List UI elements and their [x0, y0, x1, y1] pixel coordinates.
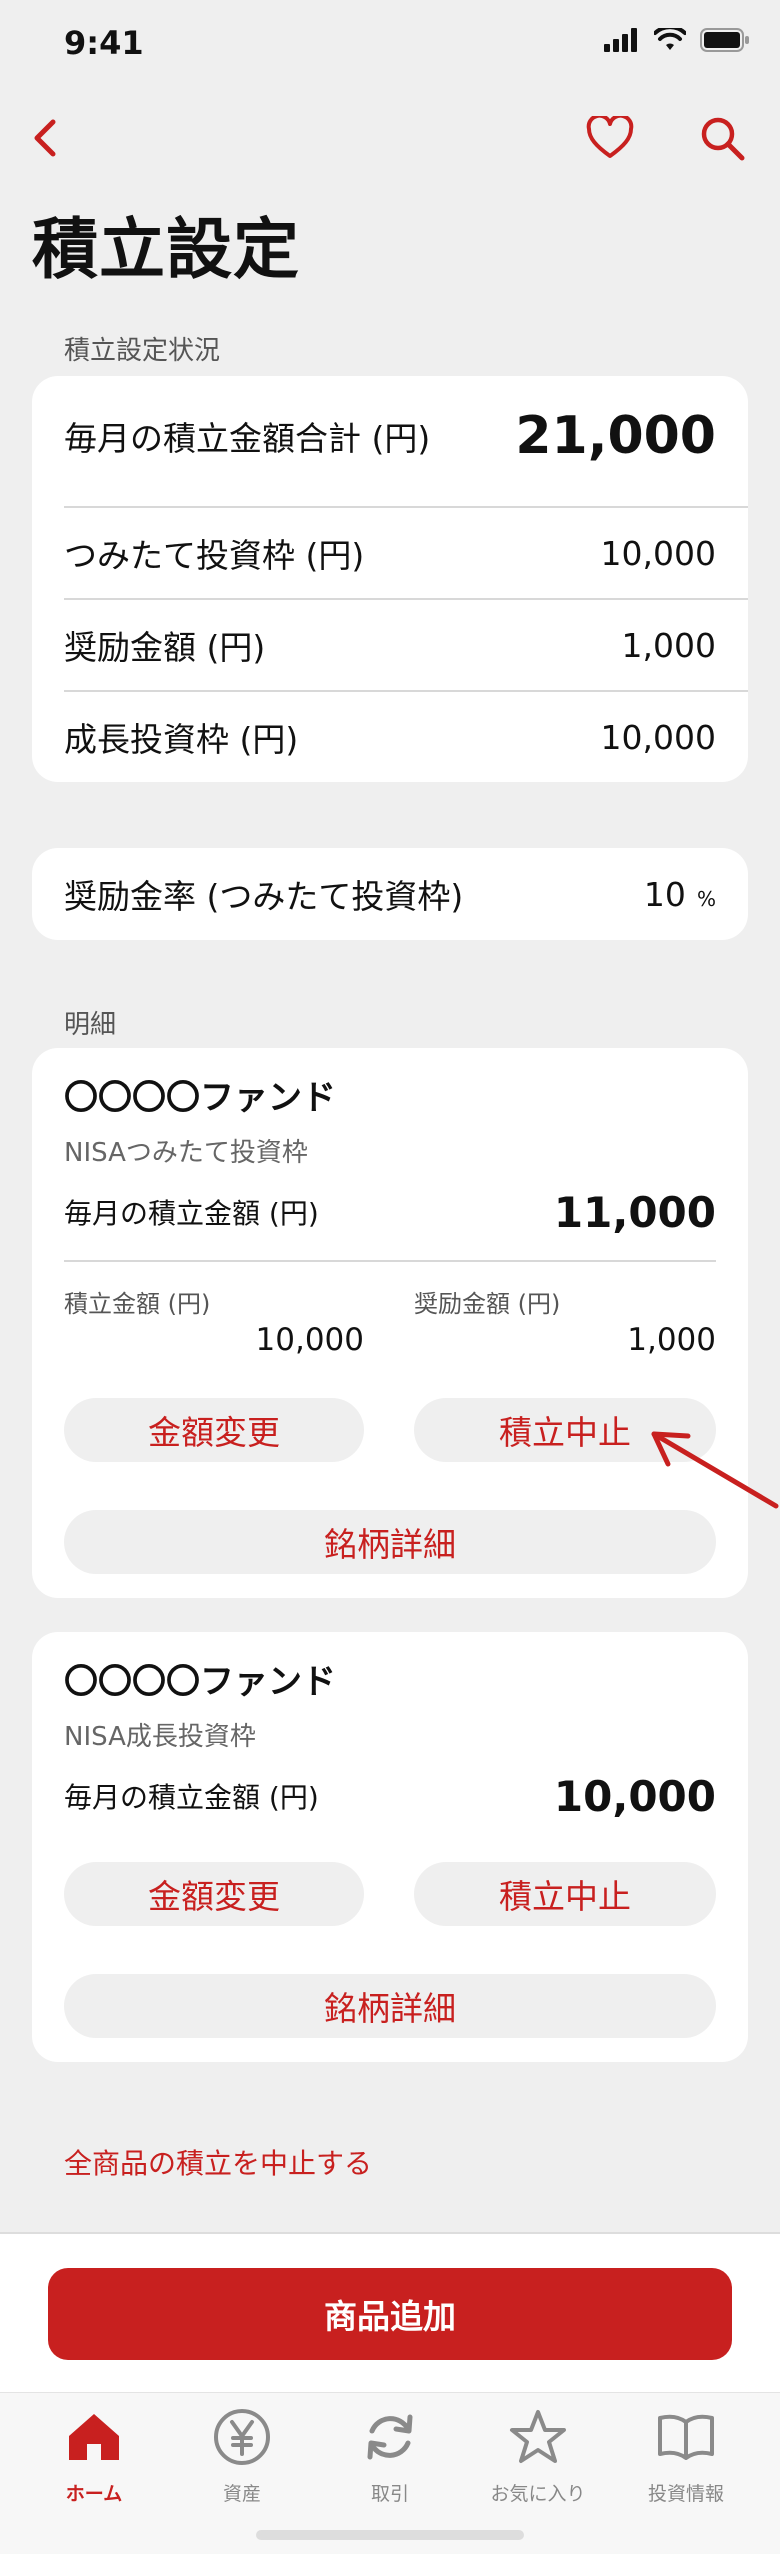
tab-home[interactable]: ホーム [16, 2407, 172, 2517]
sub-incentive-value: 1,000 [627, 1322, 716, 1358]
fund-monthly-label: 毎月の積立金額 (円) [64, 1781, 319, 1814]
wifi-icon [654, 28, 686, 50]
fund-card: 〇〇〇〇ファンド NISAつみたて投資枠 毎月の積立金額 (円) 11,000 … [32, 1048, 748, 1598]
status-icons [604, 28, 750, 52]
fund-monthly-value: 11,000 [553, 1187, 716, 1237]
change-amount-button[interactable]: 金額変更 [64, 1862, 364, 1926]
tab-investment-info[interactable]: 投資情報 [608, 2407, 764, 2517]
summary-row: 成長投資枠 (円) 10,000 [64, 710, 716, 764]
fund-name: 〇〇〇〇ファンド [64, 1662, 336, 1702]
divider [64, 506, 748, 508]
fund-detail-button[interactable]: 銘柄詳細 [64, 1974, 716, 2038]
summary-row: つみたて投資枠 (円) 10,000 [64, 526, 716, 580]
incentive-rate-card: 奨励金率 (つみたて投資枠) 10 % [32, 848, 748, 940]
sub-incentive-label: 奨励金額 (円) [414, 1290, 561, 1318]
tab-label: お気に入り [490, 2483, 586, 2505]
chevron-left-icon [34, 119, 56, 157]
total-row: 毎月の積立金額合計 (円) 21,000 [64, 406, 716, 466]
arrow-icon [651, 1431, 779, 1509]
tab-assets[interactable]: 資産 [164, 2407, 320, 2517]
signal-icon [604, 28, 637, 52]
summary-row-value: 10,000 [600, 533, 716, 573]
stop-all-link[interactable]: 全商品の積立を中止する [64, 2142, 372, 2182]
page-title: 積立設定 [32, 211, 300, 288]
nav-bar [0, 96, 780, 166]
details-section-label: 明細 [64, 1010, 117, 1040]
total-label: 毎月の積立金額合計 (円) [64, 419, 431, 458]
sub-amount-label: 積立金額 (円) [64, 1290, 211, 1318]
summary-row-label: つみたて投資枠 (円) [64, 536, 365, 575]
battery-icon [700, 28, 749, 52]
fund-monthly-value: 10,000 [553, 1771, 716, 1821]
incentive-rate-unit: % [696, 886, 716, 911]
bottom-action-area: 商品追加 [0, 2232, 780, 2392]
refresh-icon [360, 2407, 420, 2467]
stop-investment-button[interactable]: 積立中止 [414, 1862, 716, 1926]
star-icon [508, 2407, 568, 2467]
add-product-button[interactable]: 商品追加 [48, 2268, 732, 2360]
status-time: 9:41 [64, 24, 144, 62]
search-button[interactable] [692, 108, 752, 168]
fund-detail-button[interactable]: 銘柄詳細 [64, 1510, 716, 1574]
divider [64, 1260, 716, 1262]
fund-type: NISA成長投資枠 [64, 1722, 256, 1752]
incentive-rate-value-group: 10 % [644, 875, 716, 914]
tab-label: 取引 [370, 2483, 409, 2505]
back-button[interactable] [14, 108, 74, 168]
incentive-rate-row: 奨励金率 (つみたて投資枠) 10 % [64, 867, 716, 921]
sub-amount-value: 10,000 [255, 1322, 364, 1358]
yen-icon [212, 2407, 272, 2467]
summary-row-label: 奨励金額 (円) [64, 628, 266, 667]
fund-monthly-row: 毎月の積立金額 (円) 11,000 [64, 1182, 716, 1242]
fund-type: NISAつみたて投資枠 [64, 1138, 308, 1168]
tab-label: 投資情報 [647, 2483, 724, 2505]
fund-name: 〇〇〇〇ファンド [64, 1078, 336, 1118]
home-icon [64, 2407, 124, 2467]
heart-icon [586, 116, 634, 158]
summary-row: 奨励金額 (円) 1,000 [64, 618, 716, 672]
summary-section-label: 積立設定状況 [64, 336, 221, 366]
summary-row-label: 成長投資枠 (円) [64, 720, 299, 759]
tab-trade[interactable]: 取引 [312, 2407, 468, 2517]
tab-favorites[interactable]: お気に入り [460, 2407, 616, 2517]
status-bar: 9:41 [0, 0, 780, 88]
summary-row-value: 10,000 [600, 717, 716, 757]
change-amount-button[interactable]: 金額変更 [64, 1398, 364, 1462]
fund-monthly-label: 毎月の積立金額 (円) [64, 1197, 319, 1230]
summary-row-value: 1,000 [621, 625, 716, 665]
home-indicator [256, 2530, 524, 2540]
incentive-rate-value: 10 [643, 874, 686, 914]
tab-label: ホーム [65, 2483, 123, 2505]
summary-card: 毎月の積立金額合計 (円) 21,000 つみたて投資枠 (円) 10,000 … [32, 376, 748, 782]
divider [64, 690, 748, 692]
incentive-rate-label: 奨励金率 (つみたて投資枠) [64, 877, 464, 916]
total-value: 21,000 [515, 406, 716, 466]
tab-label: 資産 [222, 2483, 261, 2505]
fund-monthly-row: 毎月の積立金額 (円) 10,000 [64, 1766, 716, 1826]
fund-card: 〇〇〇〇ファンド NISA成長投資枠 毎月の積立金額 (円) 10,000 金額… [32, 1632, 748, 2062]
search-icon [701, 117, 745, 161]
divider [64, 598, 748, 600]
favorite-button[interactable] [580, 108, 640, 168]
book-icon [656, 2407, 716, 2467]
